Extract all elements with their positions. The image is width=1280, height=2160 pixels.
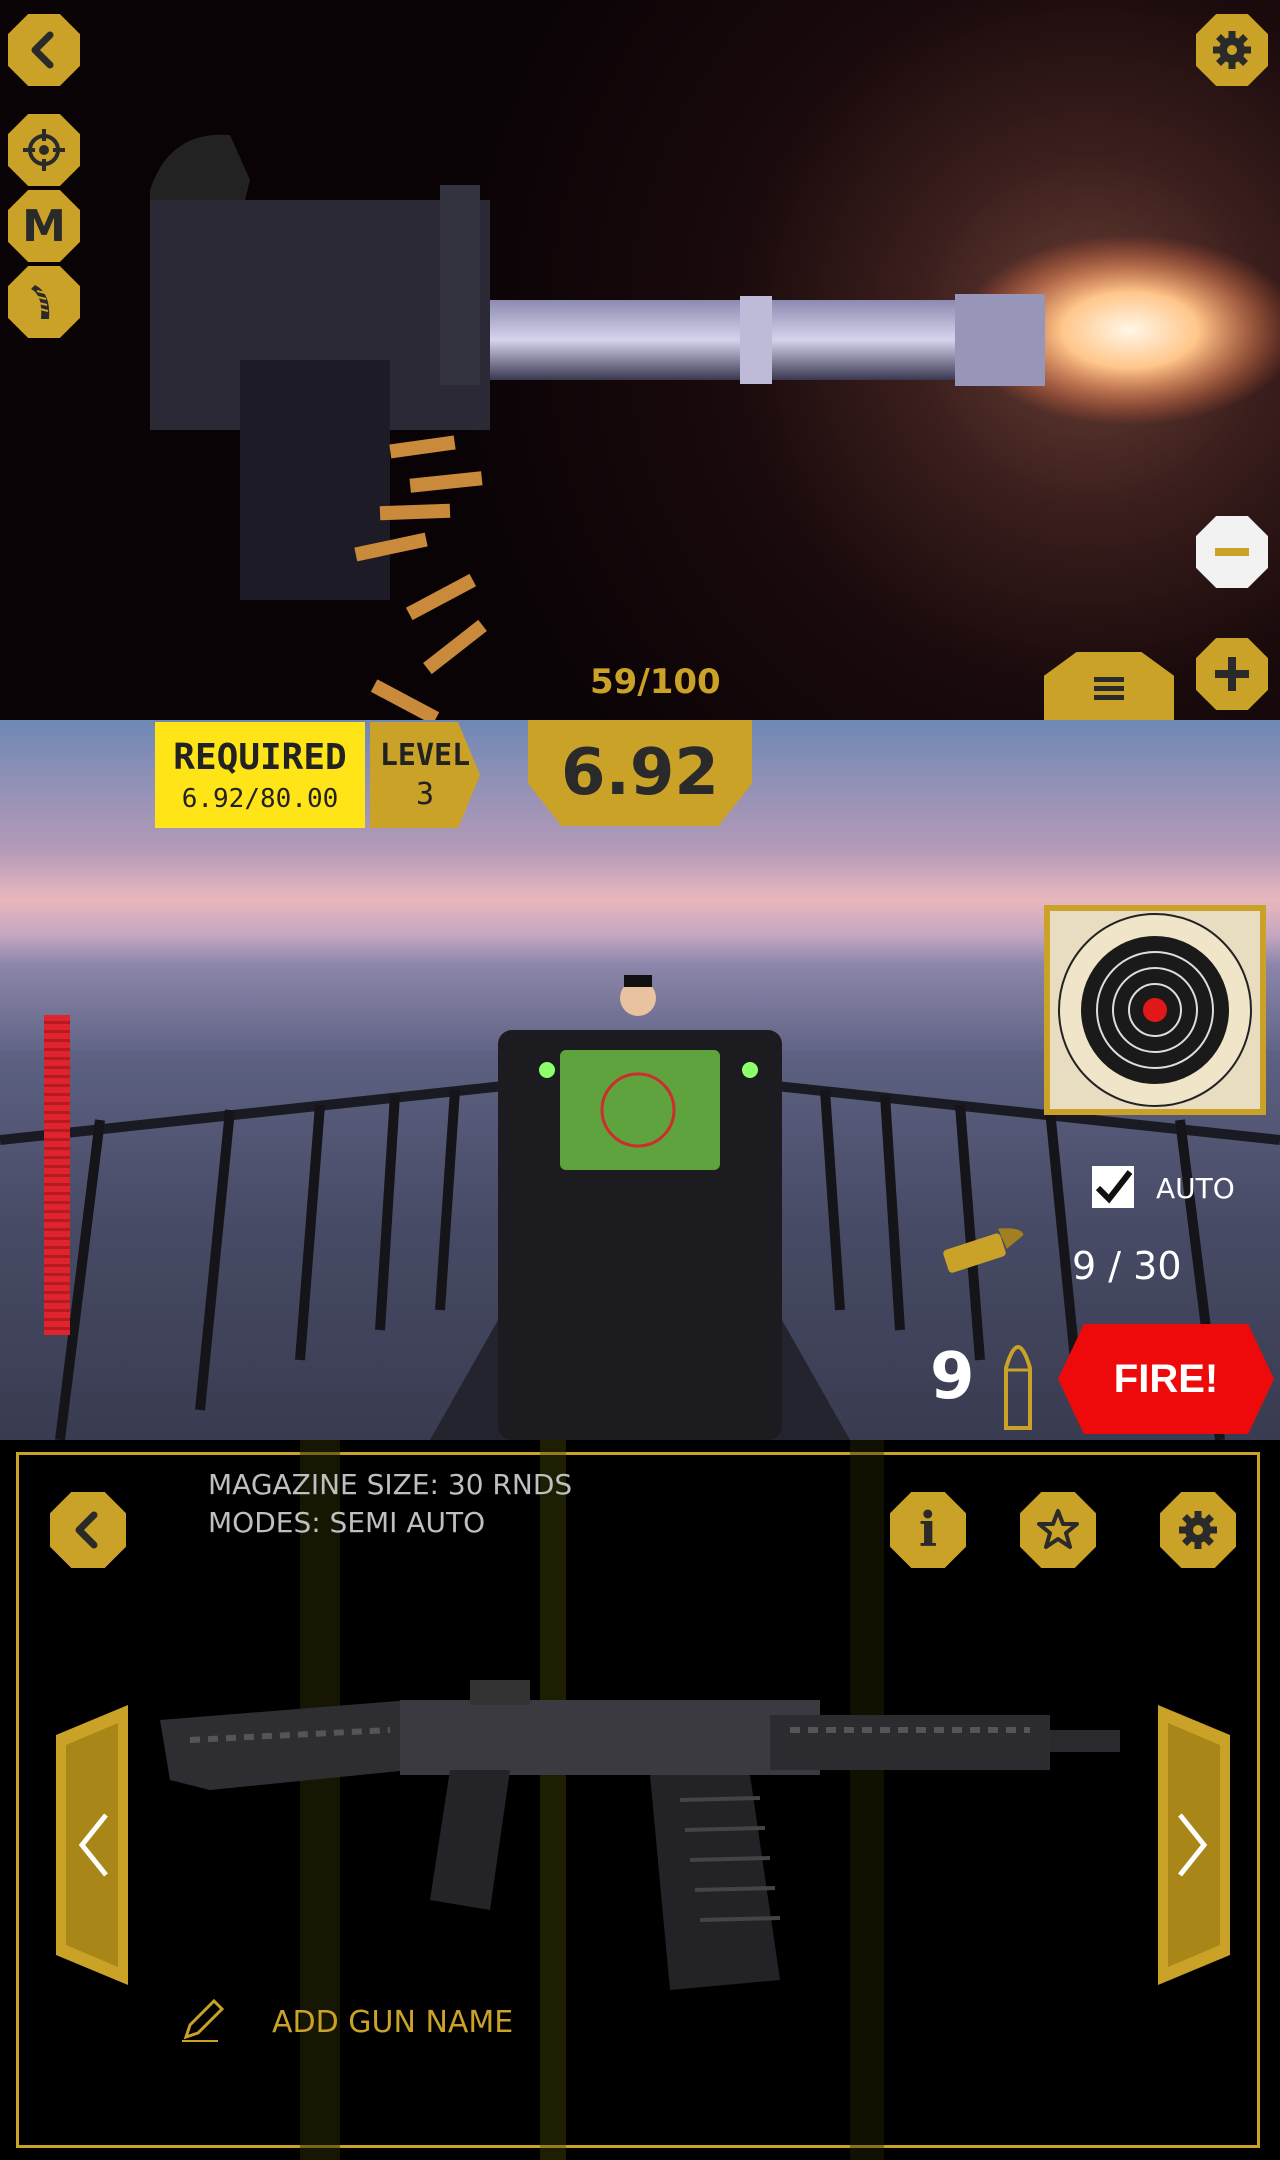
target-icon — [1050, 911, 1260, 1109]
star-icon — [1037, 1509, 1079, 1549]
required-box: REQUIRED 6.92/80.00 — [155, 722, 365, 828]
chevron-left-icon — [75, 1511, 98, 1549]
bullet-icon — [943, 1228, 1024, 1273]
shooting-range-view: REQUIRED 6.92/80.00 LEVEL 3 6.92 AUTO 9 … — [0, 720, 1280, 1440]
info-icon: i — [918, 1502, 938, 1558]
checkmark-icon — [1095, 1170, 1133, 1204]
required-value: 6.92/80.00 — [181, 783, 339, 814]
add-gun-name-link[interactable]: ADD GUN NAME — [272, 2005, 513, 2040]
fire-button[interactable]: FIRE! — [1058, 1324, 1274, 1434]
cartridge-icon — [1004, 1345, 1032, 1430]
gun-selection-panel: MAGAZINE SIZE: 30 RNDS MODES: SEMI AUTO … — [0, 1440, 1280, 2160]
magazine-size: MAGAZINE SIZE: 30 RNDS — [208, 1468, 573, 1501]
favorite-button[interactable] — [1020, 1492, 1096, 1568]
rifle-image — [160, 1680, 1120, 1990]
previous-gun-button[interactable] — [56, 1705, 136, 1985]
score-display: 6.92 — [528, 720, 752, 826]
back-button[interactable] — [50, 1492, 126, 1568]
next-gun-button[interactable] — [1150, 1705, 1230, 1985]
level-box: LEVEL 3 — [370, 722, 480, 828]
pencil-icon[interactable] — [178, 1995, 228, 2045]
target-preview[interactable] — [1044, 905, 1266, 1115]
energy-bar — [44, 1015, 70, 1335]
fire-modes: MODES: SEMI AUTO — [208, 1506, 486, 1539]
required-label: REQUIRED — [173, 736, 347, 778]
auto-label: AUTO — [1156, 1172, 1235, 1205]
magazine-count: 9 / 30 — [1072, 1244, 1182, 1288]
gear-icon — [1179, 1511, 1217, 1549]
auto-checkbox[interactable] — [1092, 1166, 1134, 1208]
minigun-image — [150, 134, 1280, 720]
info-button[interactable]: i — [890, 1492, 966, 1568]
rounds-left: 9 — [930, 1340, 975, 1414]
level-value: 3 — [415, 777, 435, 812]
minigun-view: M 59/100 — [0, 0, 1280, 720]
level-label: LEVEL — [379, 738, 471, 773]
settings-button[interactable] — [1160, 1492, 1236, 1568]
